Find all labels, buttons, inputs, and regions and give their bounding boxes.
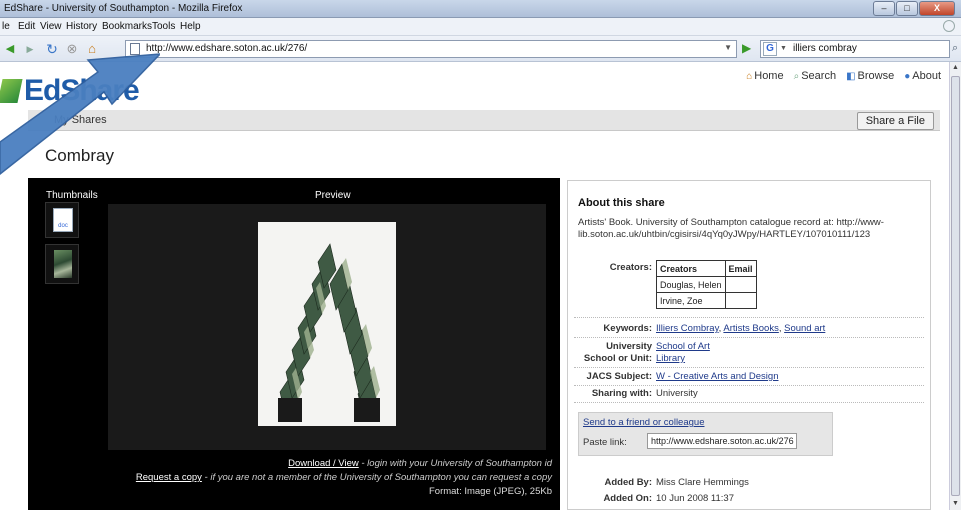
search-query: illiers combray [793,43,857,54]
divider [574,337,924,338]
sharing-value: University [656,388,698,399]
creator-email [724,276,757,293]
window-controls: – □ X [873,1,955,16]
url-text: http://www.edshare.soton.ac.uk/276/ [146,43,308,54]
jacs-value: W - Creative Arts and Design [656,371,779,382]
book-thumbnail-image [54,250,72,278]
request-copy-link[interactable]: Request a copy [136,472,202,483]
added-by-value: Miss Clare Hemmings [656,477,749,488]
request-note: - if you are not a member of the Univers… [201,472,552,483]
creator-name: Douglas, Helen [656,276,726,293]
home-link-label: Home [754,70,784,82]
document-icon: doc [53,208,73,232]
google-icon[interactable]: G [763,42,777,56]
school-value-2: Library [656,353,685,364]
title-bar: EdShare - University of Southampton - Mo… [0,0,961,18]
download-note: - login with your University of Southamp… [358,458,552,469]
keyword-link[interactable]: Sound art [784,323,825,334]
browse-link[interactable]: ◧ Browse [846,70,894,82]
top-links: ⌂ Home ⌕ Search ◧ Browse ● About [746,70,941,82]
scroll-up-icon[interactable]: ▲ [952,64,959,71]
send-to-friend-link[interactable]: Send to a friend or colleague [583,417,704,428]
keyword-link[interactable]: Artists Books [723,323,778,334]
preview-area [108,204,546,450]
minimize-button[interactable]: – [873,1,895,16]
home-link[interactable]: ⌂ Home [746,70,783,82]
library-link[interactable]: Library [656,353,685,364]
scrollbar-thumb[interactable] [951,76,960,496]
table-row: Douglas, Helen [656,276,757,293]
browse-link-label: Browse [857,70,895,82]
divider [574,317,924,318]
creator-name: Irvine, Zoe [656,292,726,309]
blue-arrow-overlay [0,53,160,175]
download-view-link[interactable]: Download / View [288,458,359,469]
search-icon[interactable]: ⌕ [952,42,959,55]
thumbnail-document[interactable]: doc [45,202,79,238]
jacs-link[interactable]: W - Creative Arts and Design [656,371,779,382]
window-title: EdShare - University of Southampton - Mo… [4,3,243,14]
keywords-value: Illiers Combray, Artists Books, Sound ar… [656,323,826,334]
browser-window: EdShare - University of Southampton - Mo… [0,0,961,510]
divider [574,402,924,403]
creators-header-row: Creators Email [656,260,757,277]
browse-link-icon: ◧ [846,71,856,82]
about-heading: About this share [578,197,665,209]
search-link-icon: ⌕ [793,71,800,82]
about-link-label: About [912,70,941,82]
go-arrow-icon[interactable]: ▶ [742,41,758,57]
scroll-down-icon[interactable]: ▼ [952,500,959,507]
download-caption: Download / View - login with your Univer… [288,458,552,469]
added-on-value: 10 Jun 2008 11:37 [656,493,735,504]
creators-label: Creators: [609,262,652,273]
share-a-file-button[interactable]: Share a File [856,112,934,130]
school-value-1: School of Art [656,341,710,352]
creators-column-header: Creators [656,260,726,277]
school-of-art-link[interactable]: School of Art [656,341,710,352]
added-on-label: Added On: [603,493,652,504]
creators-table: Creators Email Douglas, Helen Irvine, Zo… [656,260,757,309]
keyword-link[interactable]: Illiers Combray [656,323,719,334]
sharing-label: Sharing with: [591,388,652,399]
accordion-book-image [258,222,396,426]
paste-link-field[interactable]: http://www.edshare.soton.ac.uk/276 [647,433,797,449]
keywords-label: Keywords: [603,323,652,334]
engine-dropdown-icon[interactable]: ▼ [780,45,787,52]
url-dropdown-icon[interactable]: ▼ [724,43,732,52]
divider [574,385,924,386]
send-link-box: Send to a friend or colleague Paste link… [578,412,833,456]
menu-help[interactable]: Help [180,21,201,32]
table-row: Irvine, Zoe [656,292,757,309]
thumbnail-image[interactable] [45,244,79,284]
format-info: Format: Image (JPEG), 25Kb [428,486,552,497]
request-caption: Request a copy - if you are not a member… [136,472,552,483]
jacs-label: JACS Subject: [586,371,652,382]
school-label-line1: University [606,341,652,352]
search-link-label: Search [801,70,837,82]
throbber-icon [943,20,955,32]
search-link[interactable]: ⌕ Search [794,70,836,82]
school-label-line2: School or Unit: [583,353,652,364]
divider [574,367,924,368]
home-link-icon: ⌂ [746,71,753,82]
about-description: Artists' Book. University of Southampton… [578,217,884,240]
artists-book-photo[interactable] [258,222,396,426]
email-column-header: Email [724,260,757,277]
preview-heading: Preview [315,190,351,201]
account-bar: My Shares Share a File [28,110,940,131]
url-bar[interactable]: http://www.edshare.soton.ac.uk/276/ ▼ [125,40,737,58]
close-button[interactable]: X [919,1,955,16]
about-link[interactable]: ● About [904,70,941,82]
preview-panel: Thumbnails Preview doc Download / View -… [28,178,560,510]
added-by-label: Added By: [604,477,653,488]
maximize-button[interactable]: □ [896,1,918,16]
search-box[interactable]: G ▼ illiers combray [760,40,950,58]
creator-email [724,292,757,309]
about-link-icon: ● [904,71,911,82]
paste-link-label: Paste link: [583,437,627,448]
vertical-scrollbar[interactable]: ▲ ▼ [949,62,961,510]
about-share-box: About this share Artists' Book. Universi… [567,180,931,510]
